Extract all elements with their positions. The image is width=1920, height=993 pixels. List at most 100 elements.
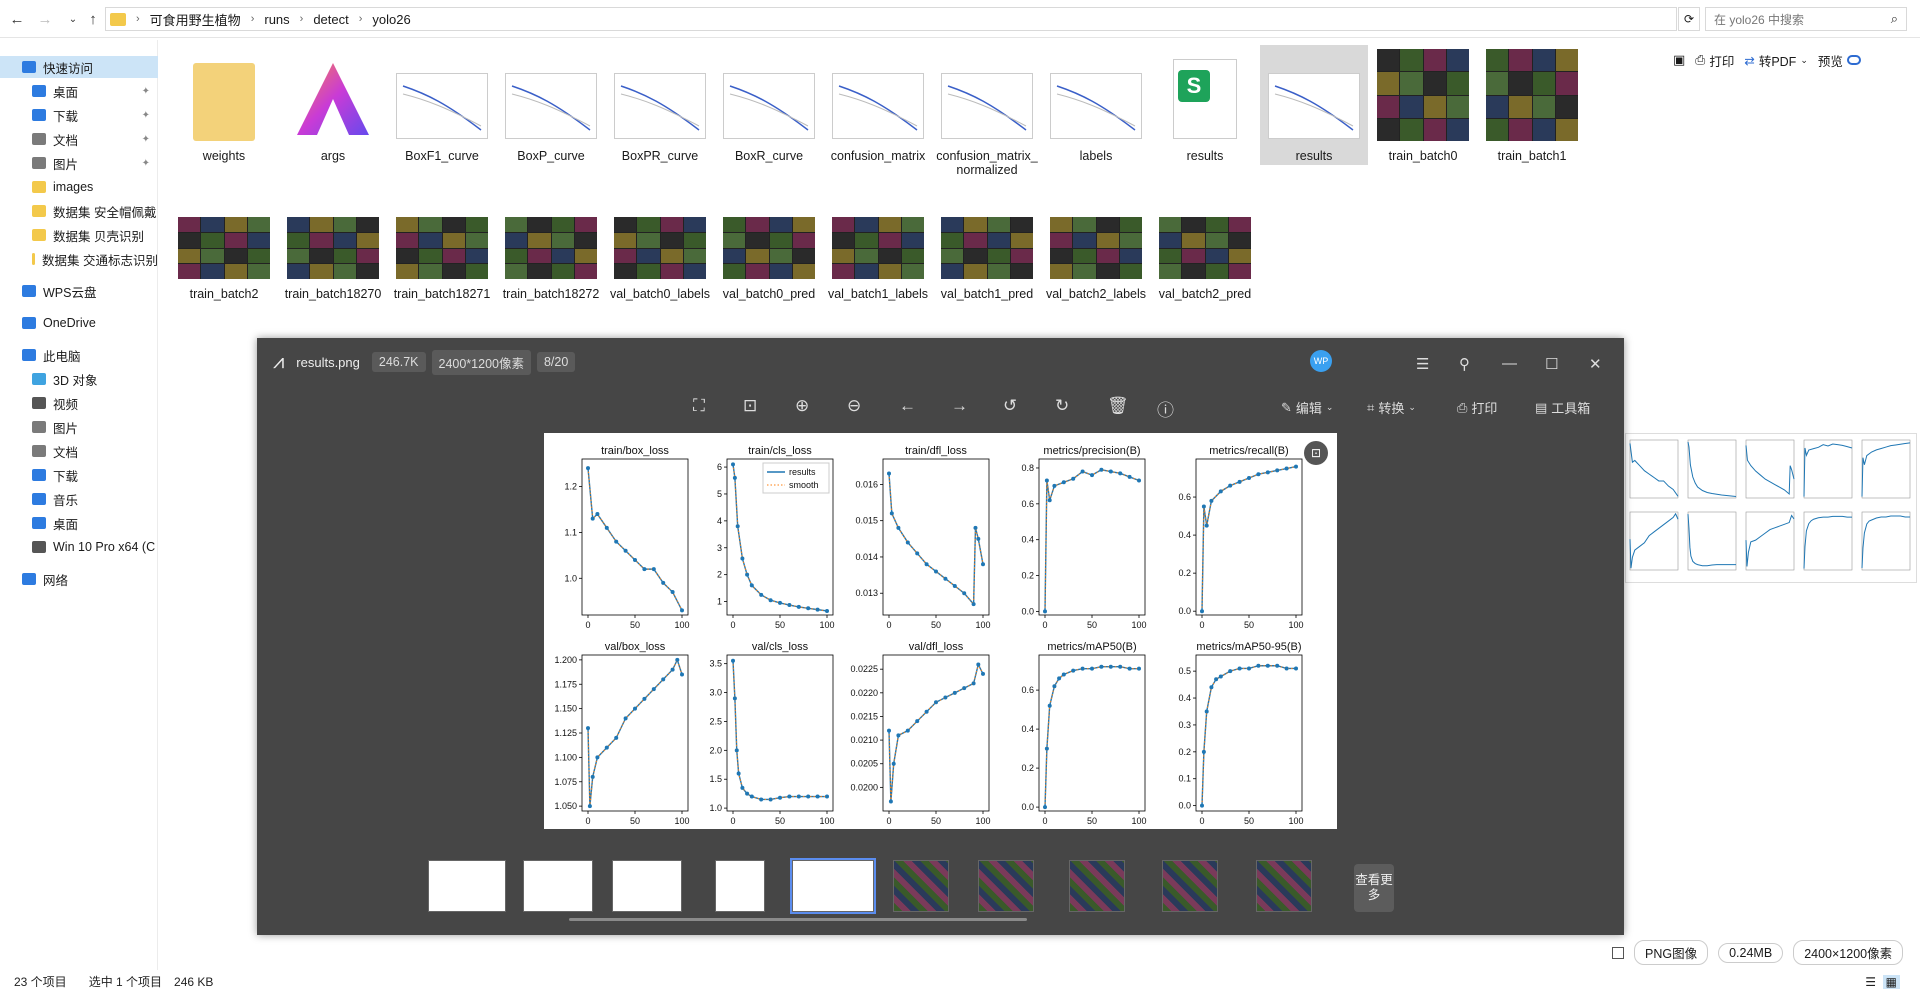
file-item[interactable]: BoxF1_curve bbox=[388, 45, 496, 165]
sidebar-item[interactable]: 网络 bbox=[0, 568, 158, 590]
zoom-out-icon[interactable]: ⊖ bbox=[847, 396, 861, 416]
edit-button[interactable]: ✎ 编辑 ⌄ bbox=[1281, 398, 1333, 417]
sidebar-item[interactable]: 图片 bbox=[0, 416, 158, 438]
thumbnail-scrollbar[interactable] bbox=[569, 918, 1027, 921]
sidebar-item[interactable]: 下载 ✦ bbox=[0, 104, 158, 126]
sidebar-item[interactable]: WPS云盘 bbox=[0, 280, 158, 302]
toolbox-button[interactable]: ▤ 工具箱 bbox=[1535, 398, 1590, 417]
breadcrumb-item[interactable]: 可食用野生植物 bbox=[150, 10, 241, 29]
large-icons-view-icon[interactable]: ▦ bbox=[1882, 974, 1900, 989]
details-view-icon[interactable]: ☰ bbox=[1865, 975, 1876, 989]
previous-arrow-icon[interactable]: ← bbox=[899, 396, 916, 416]
thumbnail[interactable] bbox=[978, 860, 1034, 912]
thumbnail[interactable] bbox=[1069, 860, 1125, 912]
fit-screen-icon[interactable]: ⛶ bbox=[693, 396, 705, 416]
file-item[interactable]: train_batch18270 bbox=[279, 183, 387, 303]
sidebar-item[interactable]: 文档 bbox=[0, 440, 158, 462]
file-item[interactable]: val_batch0_pred bbox=[715, 183, 823, 303]
print-button[interactable]: ⎙ 打印 bbox=[1695, 51, 1734, 70]
thumbnail[interactable] bbox=[1256, 860, 1312, 912]
view-more-button[interactable]: 查看更多 bbox=[1354, 864, 1394, 912]
file-item[interactable]: BoxP_curve bbox=[497, 45, 605, 165]
close-icon[interactable]: ✕ bbox=[1589, 355, 1602, 373]
avatar[interactable]: WP bbox=[1310, 350, 1332, 372]
convert-button[interactable]: ⌗ 转换 ⌄ bbox=[1367, 398, 1416, 417]
data-point bbox=[943, 576, 948, 581]
file-item[interactable]: weights bbox=[170, 45, 278, 165]
file-item[interactable]: val_batch1_labels bbox=[824, 183, 932, 303]
sidebar-item[interactable]: 此电脑 bbox=[0, 344, 158, 366]
to-pdf-button[interactable]: ⇄ 转PDF ⌄ bbox=[1744, 51, 1808, 70]
sidebar-item[interactable]: 桌面 bbox=[0, 512, 158, 534]
file-item[interactable]: train_batch0 bbox=[1369, 45, 1477, 165]
y-tick-label: 0.0 bbox=[1178, 606, 1191, 616]
data-point bbox=[759, 592, 764, 597]
refresh-icon[interactable]: ⟳ bbox=[1678, 7, 1700, 31]
file-item[interactable]: labels bbox=[1042, 45, 1150, 165]
recent-dropdown-icon[interactable]: ⌄ bbox=[62, 8, 84, 30]
viewer-print-button[interactable]: ⎙ 打印 bbox=[1457, 398, 1497, 417]
breadcrumb-item[interactable]: detect bbox=[313, 12, 348, 27]
file-item[interactable]: val_batch1_pred bbox=[933, 183, 1041, 303]
file-item[interactable]: confusion_matrix bbox=[824, 45, 932, 165]
file-item[interactable]: confusion_matrix_normalized bbox=[933, 45, 1041, 177]
file-item[interactable]: train_batch2 bbox=[170, 183, 278, 303]
actual-size-icon[interactable]: ⊡ bbox=[743, 396, 757, 416]
minimize-icon[interactable]: — bbox=[1502, 355, 1517, 372]
file-item[interactable]: results bbox=[1260, 45, 1368, 165]
file-item[interactable]: train_batch1 bbox=[1478, 45, 1586, 165]
pin-icon[interactable]: ⚲ bbox=[1459, 355, 1470, 373]
sidebar-item[interactable]: 桌面 ✦ bbox=[0, 80, 158, 102]
data-point bbox=[1118, 471, 1123, 476]
sidebar-item[interactable]: 图片 ✦ bbox=[0, 152, 158, 174]
file-item[interactable]: val_batch2_pred bbox=[1151, 183, 1259, 303]
layout-icon[interactable]: ▣ bbox=[1673, 52, 1685, 68]
zoom-in-icon[interactable]: ⊕ bbox=[795, 396, 809, 416]
printer-icon: ⎙ bbox=[1695, 52, 1706, 67]
file-item[interactable]: args bbox=[279, 45, 387, 165]
file-item[interactable]: val_batch2_labels bbox=[1042, 183, 1150, 303]
thumbnail[interactable] bbox=[893, 860, 949, 912]
thumbnail[interactable] bbox=[523, 860, 593, 912]
next-arrow-icon[interactable]: → bbox=[951, 396, 968, 416]
thumbnail[interactable] bbox=[715, 860, 765, 912]
sidebar-item[interactable]: 数据集 贝壳识别 bbox=[0, 224, 158, 246]
thumbnail[interactable] bbox=[428, 860, 506, 912]
delete-icon[interactable]: 🗑 bbox=[1107, 396, 1129, 416]
sidebar-item[interactable]: OneDrive bbox=[0, 312, 158, 334]
sidebar-item[interactable]: 3D 对象 bbox=[0, 368, 158, 390]
sidebar-item[interactable]: 下载 bbox=[0, 464, 158, 486]
sidebar-item[interactable]: 快速访问 bbox=[0, 56, 158, 78]
back-arrow-icon[interactable]: ← bbox=[6, 8, 28, 30]
thumbnail[interactable] bbox=[612, 860, 682, 912]
search-input[interactable]: 在 yolo26 中搜索 ⌕ bbox=[1705, 7, 1907, 31]
breadcrumb-item[interactable]: runs bbox=[264, 12, 289, 27]
thumbnail[interactable] bbox=[790, 858, 876, 914]
file-item[interactable]: val_batch0_labels bbox=[606, 183, 714, 303]
sidebar-item[interactable]: 文档 ✦ bbox=[0, 128, 158, 150]
sidebar-item[interactable]: 视频 bbox=[0, 392, 158, 414]
thumbnail[interactable] bbox=[1162, 860, 1218, 912]
maximize-icon[interactable]: ☐ bbox=[1545, 355, 1558, 373]
file-item[interactable]: BoxR_curve bbox=[715, 45, 823, 165]
preview-button[interactable]: 预览 bbox=[1818, 51, 1861, 70]
sidebar-item[interactable]: 音乐 bbox=[0, 488, 158, 510]
file-item[interactable]: train_batch18272 bbox=[497, 183, 605, 303]
breadcrumb-item[interactable]: yolo26 bbox=[372, 12, 410, 27]
sidebar-item[interactable]: images bbox=[0, 176, 158, 198]
forward-arrow-icon[interactable]: → bbox=[34, 8, 56, 30]
x-tick-label: 100 bbox=[1131, 620, 1146, 630]
menu-icon[interactable]: ☰ bbox=[1416, 355, 1429, 373]
rotate-right-icon[interactable]: ↻ bbox=[1055, 396, 1069, 416]
file-item[interactable]: Sresults bbox=[1151, 45, 1259, 165]
breadcrumb[interactable]: › 可食用野生植物 › runs › detect › yolo26 bbox=[105, 7, 1677, 31]
sidebar-item[interactable]: Win 10 Pro x64 (C bbox=[0, 536, 158, 558]
sidebar-item[interactable]: 数据集 交通标志识别 bbox=[0, 248, 158, 270]
file-item[interactable]: BoxPR_curve bbox=[606, 45, 714, 165]
rotate-left-icon[interactable]: ↺ bbox=[1003, 396, 1017, 416]
sidebar-item[interactable]: 数据集 安全帽佩戴 bbox=[0, 200, 158, 222]
ocr-icon[interactable]: ⊡ bbox=[1304, 441, 1328, 465]
info-icon[interactable]: ⓘ bbox=[1157, 396, 1174, 421]
file-item[interactable]: train_batch18271 bbox=[388, 183, 496, 303]
up-arrow-icon[interactable]: ↑ bbox=[82, 8, 104, 30]
